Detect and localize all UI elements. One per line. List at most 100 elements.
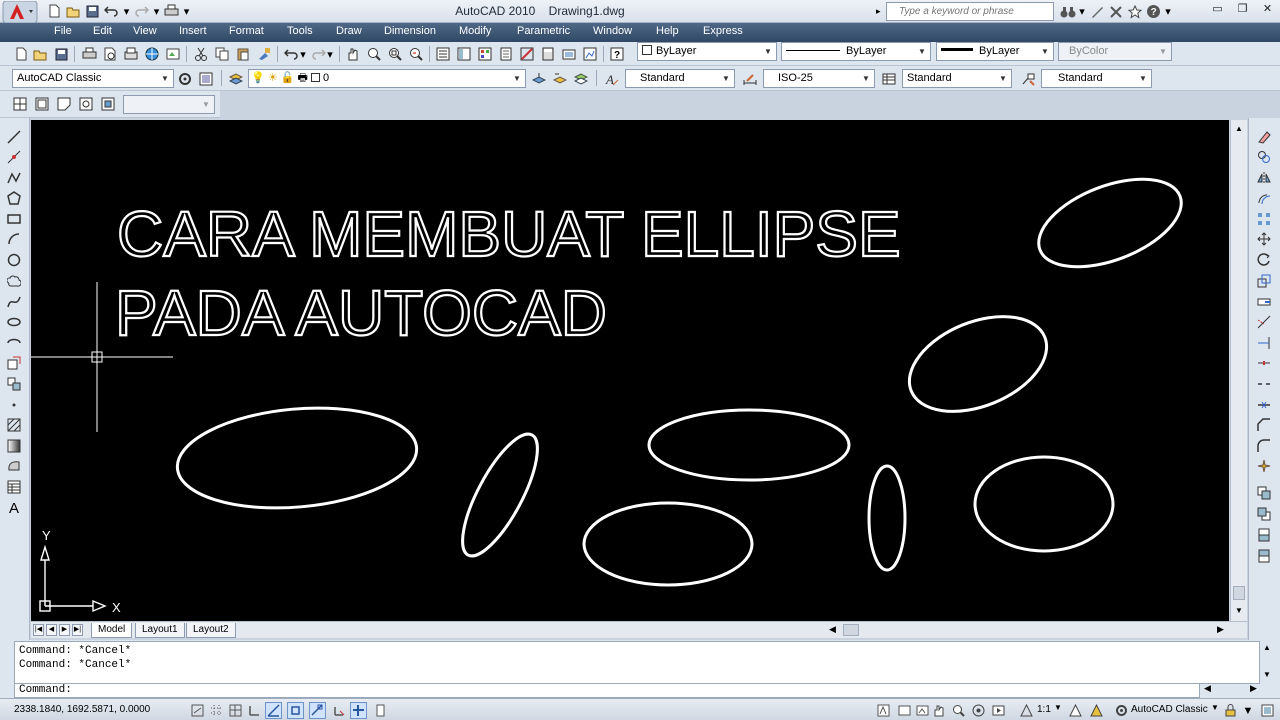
quickcalc-icon[interactable] (539, 45, 557, 63)
object-snap-icon[interactable] (287, 702, 304, 719)
communication-center-icon[interactable] (1107, 3, 1124, 20)
menu-help[interactable]: Help (656, 25, 679, 37)
save-file-icon[interactable] (52, 45, 70, 63)
binoculars-icon[interactable] (1059, 3, 1076, 20)
dynamic-input-icon[interactable] (350, 702, 367, 719)
search-input[interactable] (887, 6, 1047, 17)
workspace-control[interactable]: AutoCAD Classic ▼ (12, 69, 174, 88)
redo-icon[interactable] (133, 3, 150, 20)
arc-icon[interactable] (5, 230, 23, 248)
auto-scale-icon[interactable] (1088, 702, 1105, 719)
command-scroll-up-icon[interactable]: ▲ (1263, 643, 1271, 652)
point-icon[interactable] (5, 396, 23, 414)
annotation-scale-dropdown-icon[interactable]: ▼ (1054, 703, 1062, 712)
quick-view-layouts-icon[interactable] (560, 45, 578, 63)
previous-tab-icon[interactable]: ◀ (46, 624, 57, 636)
my-workspace-icon[interactable] (197, 70, 215, 88)
open-file-icon[interactable] (31, 45, 49, 63)
steering-wheel-icon[interactable] (970, 702, 987, 719)
bring-to-front-icon[interactable] (1255, 484, 1273, 502)
plot-preview-icon[interactable] (101, 45, 119, 63)
annotation-visibility-icon[interactable] (1067, 702, 1084, 719)
stretch-icon[interactable] (1255, 293, 1273, 311)
color-control[interactable]: ByLayer ▼ (637, 42, 777, 61)
menu-express[interactable]: Express (703, 25, 743, 37)
annotation-scale-icon[interactable] (1018, 702, 1035, 719)
rectangle-icon[interactable] (5, 210, 23, 228)
workspace-settings-icon[interactable] (176, 70, 194, 88)
gradient-icon[interactable] (5, 437, 23, 455)
redo-list-icon[interactable]: ▾ (325, 45, 335, 63)
move-icon[interactable] (1255, 230, 1273, 248)
vertical-scrollbar[interactable]: ▲ ▼ (1230, 120, 1247, 621)
send-under-objects-icon[interactable] (1255, 547, 1273, 565)
polyline-icon[interactable] (5, 169, 23, 187)
tab-layout2[interactable]: Layout2 (186, 623, 236, 638)
menu-modify[interactable]: Modify (459, 25, 491, 37)
command-scroll-down-icon[interactable]: ▼ (1263, 670, 1271, 679)
pan-status-icon[interactable] (930, 702, 947, 719)
scroll-left-arrow-icon[interactable]: ◀ (829, 624, 836, 635)
help-dropdown-icon[interactable]: ▾ (1164, 3, 1172, 20)
menu-format[interactable]: Format (229, 25, 264, 37)
undo-icon[interactable] (103, 3, 120, 20)
layer-states-icon[interactable] (572, 70, 590, 88)
help-toolbar-icon[interactable]: ? (608, 45, 626, 63)
menu-window[interactable]: Window (593, 25, 632, 37)
dynamic-ucs-icon[interactable] (331, 702, 348, 719)
zoom-status-icon[interactable] (950, 702, 967, 719)
multileader-style-control[interactable]: Standard ▼ (1041, 69, 1152, 88)
command-scroll-left-icon[interactable]: ◀ (1204, 683, 1211, 694)
dimension-style-icon[interactable] (741, 70, 759, 88)
object-snap-tracking-icon[interactable] (309, 702, 326, 719)
layer-properties-icon[interactable] (227, 70, 245, 88)
close-button[interactable]: ✕ (1255, 0, 1280, 17)
bring-above-objects-icon[interactable] (1255, 526, 1273, 544)
region-icon[interactable] (5, 457, 23, 475)
last-tab-icon[interactable]: ▶| (72, 624, 83, 636)
command-input[interactable]: Command: (14, 684, 1200, 698)
erase-icon[interactable] (1255, 128, 1273, 146)
lineweight-display-icon[interactable] (372, 702, 389, 719)
table-icon[interactable] (5, 478, 23, 496)
menu-edit[interactable]: Edit (93, 25, 112, 37)
subscription-icon[interactable] (1088, 3, 1105, 20)
ellipse-icon[interactable] (5, 313, 23, 331)
make-layer-current-icon[interactable] (530, 70, 548, 88)
cut-icon[interactable] (192, 45, 210, 63)
undo-list-icon[interactable]: ▾ (298, 45, 308, 63)
qnew-icon[interactable] (12, 45, 30, 63)
publish-icon[interactable] (122, 45, 140, 63)
linetype-control[interactable]: ByLayer ▼ (781, 42, 931, 61)
vertical-scroll-thumb[interactable] (1233, 586, 1245, 600)
qat-customize-icon[interactable]: ▾ (182, 3, 191, 20)
ellipse-arc-icon[interactable] (5, 334, 23, 352)
scroll-right-arrow-icon[interactable]: ▶ (1217, 624, 1224, 635)
restore-button[interactable]: ❐ (1230, 0, 1255, 17)
insert-block-icon[interactable] (5, 354, 23, 372)
zoom-window-icon[interactable] (386, 45, 404, 63)
fillet-icon[interactable] (1255, 437, 1273, 455)
paste-icon[interactable] (234, 45, 252, 63)
workspace-status-label[interactable]: AutoCAD Classic (1131, 704, 1208, 715)
copy-object-icon[interactable] (1255, 148, 1273, 166)
coordinate-readout[interactable]: 2338.1840, 1692.5871, 0.0000 (14, 704, 150, 715)
grid-display-icon[interactable] (227, 702, 244, 719)
first-tab-icon[interactable]: |◀ (33, 624, 44, 636)
showmotion-icon[interactable] (990, 702, 1007, 719)
snap-mode-icon[interactable] (208, 702, 225, 719)
multiline-text-icon[interactable]: A (5, 499, 23, 517)
polygonal-viewport-icon[interactable] (55, 95, 73, 113)
offset-icon[interactable] (1255, 189, 1273, 207)
quick-view-drawings-icon[interactable] (581, 45, 599, 63)
lock-toolbar-icon[interactable] (1222, 702, 1239, 719)
model-space-icon[interactable] (875, 702, 892, 719)
trim-icon[interactable] (1255, 313, 1273, 331)
publish-to-web-icon[interactable] (164, 45, 182, 63)
menu-draw[interactable]: Draw (336, 25, 362, 37)
menu-view[interactable]: View (133, 25, 157, 37)
redo-dropdown-icon[interactable]: ▾ (152, 3, 161, 20)
zoom-realtime-icon[interactable] (365, 45, 383, 63)
extend-icon[interactable] (1255, 334, 1273, 352)
tool-palettes-icon[interactable] (476, 45, 494, 63)
